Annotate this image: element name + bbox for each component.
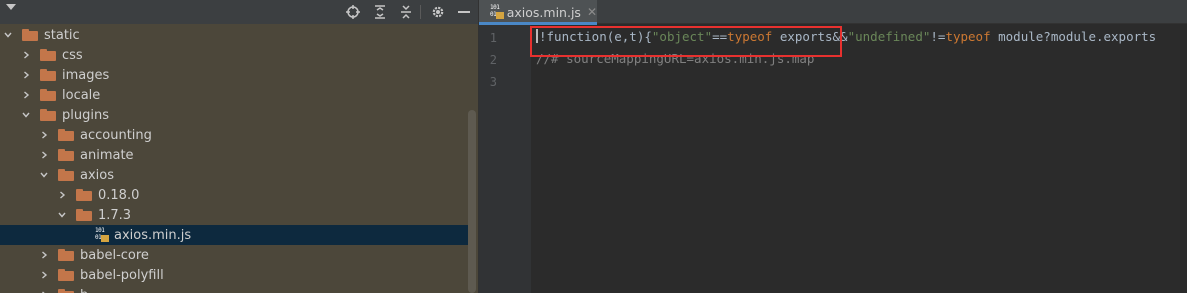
chevron-right-icon[interactable] <box>38 125 50 145</box>
folder-icon <box>58 249 74 261</box>
tab-label: axios.min.js <box>506 4 581 20</box>
line-number: 2 <box>489 53 497 67</box>
chevron-right-icon[interactable] <box>38 265 50 285</box>
tree-folder-accounting[interactable]: accounting <box>0 125 468 145</box>
js-file-icon: 101 01 <box>94 227 110 243</box>
tree-folder-locale[interactable]: locale <box>0 85 468 105</box>
tab-axios-min-js[interactable]: 101 01 axios.min.js ✕ <box>479 0 597 25</box>
tree-item-label: 0.18.0 <box>98 187 140 203</box>
editor-panel: 101 01 axios.min.js ✕ 1 2 3 !function(e,… <box>479 0 1187 293</box>
tree-folder-babel-core[interactable]: babel-core <box>0 245 468 265</box>
line-number: 3 <box>489 75 497 89</box>
minimize-icon[interactable] <box>454 2 474 22</box>
folder-icon <box>22 29 38 41</box>
chevron-right-icon[interactable] <box>38 285 50 293</box>
tree-item-label: css <box>62 47 83 63</box>
tree-item-label: locale <box>62 87 101 103</box>
tree-folder-css[interactable]: css <box>0 45 468 65</box>
tree-item-label: 1.7.3 <box>98 207 132 223</box>
chevron-right-icon[interactable] <box>20 65 32 85</box>
folder-icon <box>58 149 74 161</box>
tree-folder-1-7-3[interactable]: 1.7.3 <box>0 205 468 225</box>
js-file-icon: 101 01 <box>489 4 504 20</box>
tree-item-label: axios.min.js <box>114 227 192 243</box>
tree-item-label: babel-core <box>80 247 149 263</box>
dropdown-arrow-icon[interactable] <box>6 4 16 10</box>
folder-icon <box>76 209 92 221</box>
code-token: module?module.exports <box>990 29 1157 44</box>
chevron-right-icon[interactable] <box>20 45 32 65</box>
project-tree: static css images locale plugins accounting an… <box>0 24 478 293</box>
folder-icon <box>76 189 92 201</box>
tree-folder-axios[interactable]: axios <box>0 165 468 185</box>
chevron-down-icon[interactable] <box>38 165 50 185</box>
folder-icon <box>40 89 56 101</box>
expand-all-icon[interactable] <box>370 2 390 22</box>
tree-item-label: plugins <box>62 107 109 123</box>
code-token: "undefined" <box>847 29 931 44</box>
tree-folder-images[interactable]: images <box>0 65 468 85</box>
editor-tab-bar: 101 01 axios.min.js ✕ <box>479 0 1187 25</box>
highlight-box <box>530 26 842 57</box>
tree-item-label: static <box>44 27 80 43</box>
tree-folder-plugins[interactable]: plugins <box>0 105 468 125</box>
chevron-right-icon[interactable] <box>38 145 50 165</box>
collapse-all-icon[interactable] <box>396 2 416 22</box>
folder-icon <box>40 109 56 121</box>
folder-icon <box>58 289 74 293</box>
tree-folder-b[interactable]: b <box>0 285 468 293</box>
tree-item-label: babel-polyfill <box>80 267 164 283</box>
tree-folder-babel-polyfill[interactable]: babel-polyfill <box>0 265 468 285</box>
chevron-right-icon[interactable] <box>56 185 68 205</box>
code-area[interactable]: !function(e,t){"object"==typeof exports&… <box>536 25 1187 293</box>
gear-icon[interactable] <box>428 2 448 22</box>
toolbar-separator <box>420 5 421 19</box>
folder-icon <box>40 69 56 81</box>
code-token: typeof <box>945 29 991 44</box>
tree-folder-0-18-0[interactable]: 0.18.0 <box>0 185 468 205</box>
tree-folder-static[interactable]: static <box>0 25 468 45</box>
chevron-right-icon[interactable] <box>20 85 32 105</box>
chevron-down-icon[interactable] <box>20 105 32 125</box>
chevron-down-icon[interactable] <box>56 205 68 225</box>
project-panel: static css images locale plugins accounting an… <box>0 0 478 293</box>
project-toolbar <box>0 0 478 24</box>
folder-icon <box>58 169 74 181</box>
tree-scrollbar[interactable] <box>468 110 476 293</box>
chevron-right-icon[interactable] <box>38 245 50 265</box>
tree-item-label: animate <box>80 147 134 163</box>
chevron-down-icon[interactable] <box>2 25 14 45</box>
tree-item-label: images <box>62 67 110 83</box>
folder-icon <box>40 49 56 61</box>
tree-item-label: b <box>80 288 88 293</box>
code-token: != <box>930 29 946 44</box>
tree-folder-animate[interactable]: animate <box>0 145 468 165</box>
tree-item-label: axios <box>80 167 114 183</box>
tree-item-label: accounting <box>80 127 152 143</box>
line-number-gutter: 1 2 3 <box>479 25 531 293</box>
folder-icon <box>58 129 74 141</box>
close-icon[interactable]: ✕ <box>587 5 597 19</box>
folder-icon <box>58 269 74 281</box>
tree-file-axios-min-js[interactable]: 101 01 axios.min.js <box>0 225 468 245</box>
line-number: 1 <box>489 31 497 45</box>
locate-target-icon[interactable] <box>343 2 363 22</box>
